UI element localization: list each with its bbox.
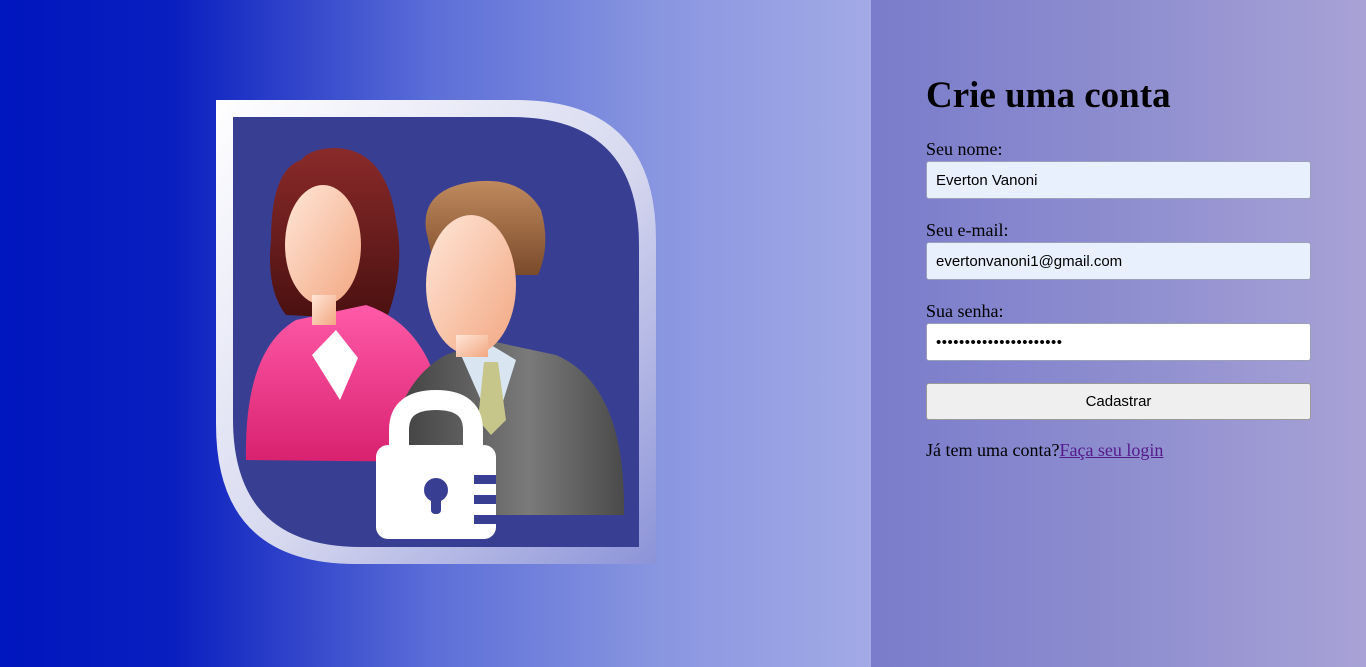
- login-link[interactable]: Faça seu login: [1059, 440, 1163, 460]
- name-label: Seu nome:: [926, 139, 1003, 159]
- name-field[interactable]: [926, 161, 1311, 199]
- login-prompt-text: Já tem uma conta?: [926, 440, 1060, 460]
- email-label: Seu e-mail:: [926, 220, 1009, 240]
- register-button[interactable]: Cadastrar: [926, 383, 1311, 420]
- hero-panel: [0, 0, 871, 667]
- password-label: Sua senha:: [926, 301, 1004, 321]
- email-field[interactable]: [926, 242, 1311, 280]
- password-field[interactable]: [926, 323, 1311, 361]
- login-prompt: Já tem uma conta?Faça seu login: [926, 440, 1163, 461]
- users-lock-icon: [216, 100, 656, 564]
- signup-panel: Crie uma conta Seu nome: Seu e-mail: Sua…: [871, 0, 1366, 667]
- page-title: Crie uma conta: [926, 75, 1171, 116]
